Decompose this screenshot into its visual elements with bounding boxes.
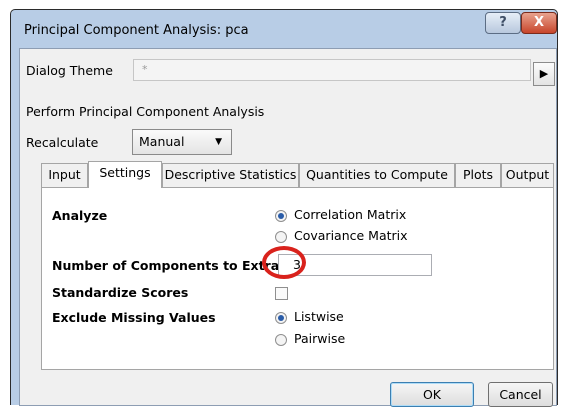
tab-output[interactable]: Output [501,163,554,187]
play-arrow-icon: ▶ [539,67,549,80]
radio-correlation-matrix[interactable] [275,210,287,222]
highlight-circle [262,246,306,279]
tab-descriptive-statistics[interactable]: Descriptive Statistics [162,163,299,187]
cancel-button[interactable]: Cancel [488,382,553,407]
tab-input[interactable]: Input [41,163,88,187]
covariance-matrix-label[interactable]: Covariance Matrix [294,228,408,243]
window-title: Principal Component Analysis: pca [24,23,249,38]
dialog-theme-field[interactable]: * [133,59,531,81]
radio-pairwise[interactable] [275,334,287,346]
help-icon: ? [499,15,507,30]
help-button[interactable]: ? [485,12,521,34]
chevron-down-icon: ▼ [215,137,222,147]
dialog-theme-menu-button[interactable]: ▶ [533,62,555,86]
correlation-matrix-label[interactable]: Correlation Matrix [294,207,406,222]
exclude-missing-label: Exclude Missing Values [52,310,216,325]
radio-covariance-matrix[interactable] [275,231,287,243]
settings-panel: Analyze Correlation Matrix Covariance Ma… [41,187,554,370]
tab-quantities-to-compute[interactable]: Quantities to Compute [299,163,455,187]
recalculate-value: Manual [139,134,185,149]
recalculate-select[interactable]: Manual ▼ [132,129,232,155]
close-icon: X [533,15,545,30]
pairwise-label[interactable]: Pairwise [294,331,345,346]
dialog-theme-label: Dialog Theme [26,63,113,78]
recalculate-label: Recalculate [26,135,99,150]
section-title: Perform Principal Component Analysis [26,104,265,119]
dialog-body: Dialog Theme * ▶ Perform Principal Compo… [19,48,557,407]
analyze-label: Analyze [52,208,108,223]
dialog-window: Principal Component Analysis: pca ? X Di… [10,9,558,407]
listwise-label[interactable]: Listwise [294,309,344,324]
title-bar[interactable]: Principal Component Analysis: pca ? X [11,10,557,48]
standardize-scores-checkbox[interactable] [275,287,288,300]
tab-plots[interactable]: Plots [455,163,501,187]
components-label: Number of Components to Extract [52,258,293,273]
ok-button[interactable]: OK [390,382,474,407]
tab-settings[interactable]: Settings [88,161,162,188]
radio-listwise[interactable] [275,312,287,324]
close-button[interactable]: X [521,12,557,34]
standardize-scores-label: Standardize Scores [52,285,189,300]
